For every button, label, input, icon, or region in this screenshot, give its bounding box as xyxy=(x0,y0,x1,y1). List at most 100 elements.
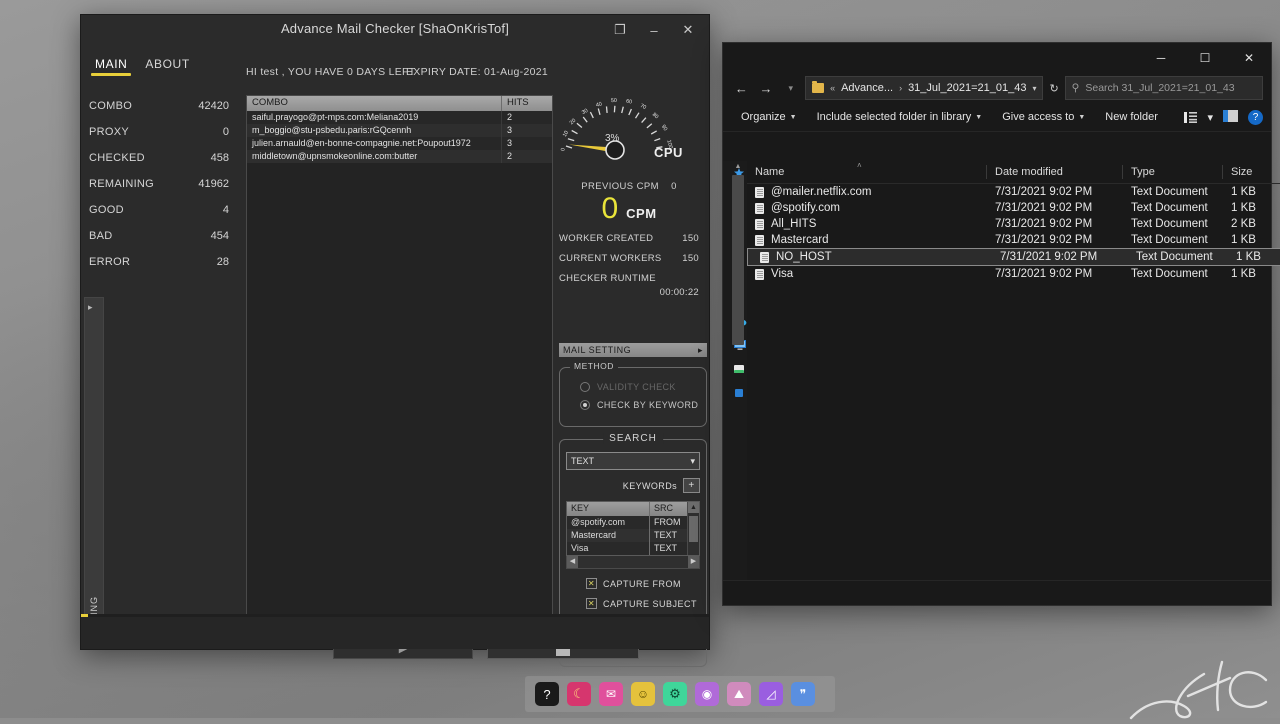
column-header-type[interactable]: Type xyxy=(1123,161,1223,183)
file-list[interactable]: Name ˄ Date modified Type Size xyxy=(747,161,1280,581)
table-row[interactable]: middletown@upnsmokeonline.com:butter2 xyxy=(247,150,552,163)
combo-table[interactable]: COMBO HITS saiful.prayogo@pt-mps.com:Mel… xyxy=(246,95,553,615)
cpm-value: 0 xyxy=(601,194,618,224)
settings-icon[interactable]: ⚙ xyxy=(663,682,687,706)
text-document-icon xyxy=(755,219,764,230)
close-button[interactable]: ✕ xyxy=(671,15,705,45)
explorer-close-button[interactable]: ✕ xyxy=(1227,43,1271,73)
table-row[interactable]: saiful.prayogo@pt-mps.com:Meliana20192 xyxy=(247,111,552,124)
photos-icon[interactable]: ⛰ xyxy=(727,682,751,706)
minimize-button[interactable]: – xyxy=(637,15,671,45)
stat-value: 42420 xyxy=(198,100,229,112)
mail-icon[interactable]: ✉ xyxy=(599,682,623,706)
file-type: Text Document xyxy=(1128,251,1228,263)
scroll-right-icon[interactable]: ▶ xyxy=(688,556,699,568)
mail-setting-header[interactable]: MAIL SETTING ▸ xyxy=(559,343,707,357)
column-header-size[interactable]: Size xyxy=(1223,161,1280,183)
recent-locations-icon[interactable]: ▾ xyxy=(780,77,801,99)
tab-main[interactable]: MAIN xyxy=(95,57,127,76)
stat-label: BAD xyxy=(89,230,113,242)
checkbox-capture-from[interactable]: ✕ CAPTURE FROM xyxy=(586,578,700,589)
file-row[interactable]: All_HITS 7/31/2021 9:02 PM Text Document… xyxy=(747,216,1280,232)
chevron-down-icon: ▼ xyxy=(1078,114,1085,121)
stat-row: PROXY0 xyxy=(89,126,229,138)
search-input[interactable]: ⚲ Search 31_Jul_2021=21_01_43 xyxy=(1065,76,1263,100)
table-row[interactable]: VisaTEXT xyxy=(567,542,699,555)
column-header-date-modified[interactable]: Date modified xyxy=(987,161,1123,183)
svg-text:30: 30 xyxy=(581,108,589,116)
setting-rail[interactable]: ▸ SETTING xyxy=(84,297,104,629)
chevron-right-icon[interactable]: ▸ xyxy=(698,345,703,356)
search-source-select[interactable]: TEXT ▾ xyxy=(566,452,700,470)
folder-icon[interactable]: ❐ xyxy=(603,15,637,45)
discord-icon[interactable]: ☺ xyxy=(631,682,655,706)
keywords-vertical-scrollbar[interactable]: ▲ xyxy=(687,502,699,555)
file-name: Mastercard xyxy=(771,234,829,246)
keywords-grid[interactable]: KEY SRC @spotify.comFROM MastercardTEXT … xyxy=(566,501,700,556)
breadcrumb-part[interactable]: Advance... xyxy=(841,82,893,94)
taskbar-dock: ? ☾ ✉ ☺ ⚙ ◉ ⛰ ◿ ❞ xyxy=(525,676,835,712)
explorer-minimize-button[interactable]: ─ xyxy=(1139,43,1183,73)
table-row[interactable]: @spotify.comFROM xyxy=(567,516,699,529)
chevron-down-icon[interactable]: ▾ xyxy=(1207,111,1213,124)
explorer-maximize-button[interactable]: ☐ xyxy=(1183,43,1227,73)
new-folder-button[interactable]: New folder xyxy=(1095,106,1168,128)
forward-icon[interactable]: → xyxy=(756,77,777,99)
monitor-panel: 0 10 20 30 40 50 60 70 80 90 100 xyxy=(559,87,699,298)
scroll-left-icon[interactable]: ◀ xyxy=(567,556,578,568)
svg-text:20: 20 xyxy=(569,118,577,126)
help-icon[interactable]: ? xyxy=(1248,110,1263,125)
refresh-icon[interactable]: ↻ xyxy=(1047,82,1060,95)
back-icon[interactable]: ← xyxy=(731,77,752,99)
radio-validity-check[interactable]: VALIDITY CHECK xyxy=(580,382,700,392)
scroll-up-icon[interactable]: ▲ xyxy=(732,163,744,173)
chevron-right-icon[interactable]: ▸ xyxy=(88,302,93,313)
hits-cell: 2 xyxy=(502,150,552,163)
stat-row: ERROR28 xyxy=(89,256,229,268)
change-view-icon[interactable] xyxy=(1184,112,1197,123)
give-access-to-button[interactable]: Give access to ▼ xyxy=(992,106,1095,128)
firefox-icon[interactable]: ☾ xyxy=(567,682,591,706)
organize-button[interactable]: Organize ▼ xyxy=(731,106,807,128)
file-size: 1 KB xyxy=(1223,186,1280,198)
file-name: NO_HOST xyxy=(776,251,832,263)
greeting-text: HI test , YOU HAVE 0 DAYS LEFT xyxy=(246,66,415,78)
notes-icon[interactable]: ◿ xyxy=(759,682,783,706)
file-row-selected[interactable]: NO_HOST 7/31/2021 9:02 PM Text Document … xyxy=(747,248,1280,266)
column-header-name[interactable]: Name ˄ xyxy=(747,161,987,183)
scrollbar-thumb[interactable] xyxy=(732,175,744,345)
breadcrumb-part[interactable]: 31_Jul_2021=21_01_43 xyxy=(908,82,1026,94)
column-header-label: Date modified xyxy=(995,166,1063,178)
scrollbar-thumb[interactable] xyxy=(689,516,698,542)
explorer-sidebar[interactable]: ▲ xyxy=(723,161,747,581)
tab-about[interactable]: ABOUT xyxy=(145,57,189,76)
heart-icon[interactable]: ❞ xyxy=(791,682,815,706)
search-placeholder: Search 31_Jul_2021=21_01_43 xyxy=(1085,82,1234,94)
radio-label: VALIDITY CHECK xyxy=(597,382,676,392)
runtime-label: CHECKER RUNTIME xyxy=(559,273,656,284)
browser-icon[interactable]: ◉ xyxy=(695,682,719,706)
mail-setting-title: MAIL SETTING xyxy=(563,345,631,355)
breadcrumb-overflow[interactable]: « xyxy=(830,83,835,93)
radio-check-by-keyword[interactable]: CHECK BY KEYWORD xyxy=(580,400,700,410)
table-row[interactable]: m_boggio@stu-psbedu.paris:rGQcennh3 xyxy=(247,124,552,137)
keywords-horizontal-scrollbar[interactable]: ◀ ▶ xyxy=(566,556,700,569)
explorer-main: ▲ Name ˄ Date modified Type xyxy=(723,161,1271,581)
file-row[interactable]: @mailer.netflix.com 7/31/2021 9:02 PM Te… xyxy=(747,184,1280,200)
file-row[interactable]: @spotify.com 7/31/2021 9:02 PM Text Docu… xyxy=(747,200,1280,216)
table-row[interactable]: julien.arnauld@en-bonne-compagnie.net:Po… xyxy=(247,137,552,150)
preview-pane-icon[interactable] xyxy=(1223,110,1238,125)
chevron-down-icon[interactable]: ▾ xyxy=(1032,84,1036,93)
table-row[interactable]: MastercardTEXT xyxy=(567,529,699,542)
file-row[interactable]: Mastercard 7/31/2021 9:02 PM Text Docume… xyxy=(747,232,1280,248)
add-keyword-button[interactable]: + xyxy=(683,478,700,493)
help-icon[interactable]: ? xyxy=(535,682,559,706)
scroll-up-icon[interactable]: ▲ xyxy=(688,502,699,513)
breadcrumb[interactable]: « Advance... › 31_Jul_2021=21_01_43 ▾ xyxy=(805,76,1043,100)
file-type: Text Document xyxy=(1123,268,1223,280)
sidebar-scrollbar[interactable]: ▲ xyxy=(732,163,744,581)
file-row[interactable]: Visa 7/31/2021 9:02 PM Text Document 1 K… xyxy=(747,266,1280,282)
give-access-to-label: Give access to xyxy=(1002,111,1074,123)
include-in-library-button[interactable]: Include selected folder in library ▼ xyxy=(807,106,993,128)
checkbox-capture-subject[interactable]: ✕ CAPTURE SUBJECT xyxy=(586,598,700,609)
